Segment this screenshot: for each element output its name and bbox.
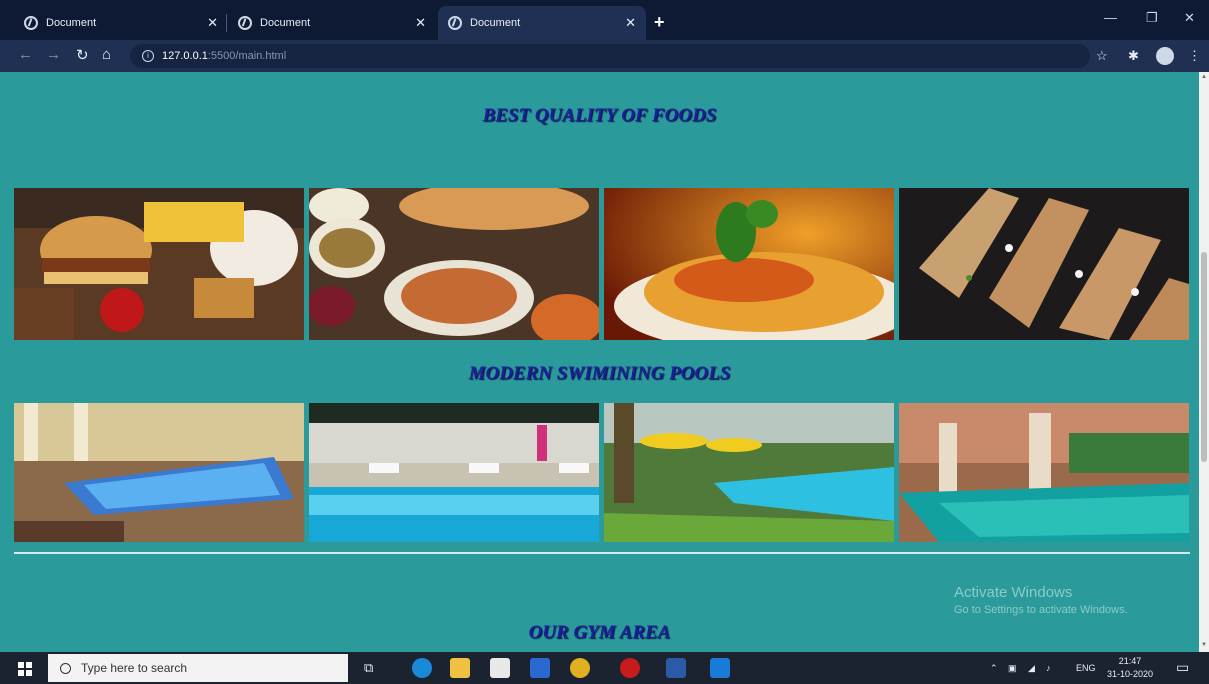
scroll-up-arrow-icon[interactable]: ▲	[1201, 74, 1207, 80]
bookmark-star-icon[interactable]: ☆	[1096, 48, 1108, 64]
scroll-down-arrow-icon[interactable]: ▼	[1201, 642, 1207, 648]
roast-dinner-spread-image	[309, 188, 599, 340]
word-icon[interactable]	[666, 658, 686, 678]
tab-label: Document	[260, 17, 311, 29]
address-host: 127.0.0.1	[162, 50, 208, 62]
file-explorer-icon[interactable]	[450, 658, 470, 678]
gym-section-heading: OUR GYM AREA	[528, 622, 671, 643]
taskbar-clock[interactable]: 21:47 31-10-2020	[1107, 655, 1153, 681]
taskbar-search-placeholder: Type here to search	[81, 661, 188, 675]
section-divider	[14, 552, 1190, 554]
extensions-puzzle-icon[interactable]: ✱	[1128, 48, 1139, 64]
tray-app-icon[interactable]: ▣	[1008, 663, 1017, 674]
penne-pasta-image	[604, 188, 894, 340]
globe-icon	[238, 16, 252, 30]
activate-windows-watermark: Activate Windows Go to Settings to activ…	[954, 584, 1128, 616]
tab-separator	[226, 14, 227, 32]
record-app-icon[interactable]	[620, 658, 640, 678]
globe-icon	[448, 16, 462, 30]
clock-time: 21:47	[1118, 656, 1142, 666]
task-view-icon[interactable]: ⧉	[364, 660, 373, 676]
tray-chevron-up-icon[interactable]: ⌃	[990, 663, 998, 674]
poolside-loungers-image	[309, 403, 599, 542]
tab-document-1[interactable]: Document ✕	[14, 6, 228, 40]
language-indicator[interactable]: ENG	[1076, 663, 1096, 673]
notification-center-icon[interactable]: ▭	[1176, 659, 1189, 676]
store-icon[interactable]	[490, 658, 510, 678]
food-section-heading: BEST QUALITY OF FOODS	[482, 105, 717, 126]
tab-document-2[interactable]: Document ✕	[228, 6, 436, 40]
address-bar[interactable]: i 127.0.0.1 :5500/main.html	[130, 44, 1090, 68]
tab-label: Document	[470, 17, 521, 29]
network-icon[interactable]: ◢	[1028, 663, 1035, 674]
browser-tab-strip: Document ✕ Document ✕ Document ✕ + — ❐ ✕	[0, 0, 1209, 40]
menu-kebab-icon[interactable]: ⋮	[1188, 48, 1201, 64]
new-tab-plus-icon[interactable]: +	[654, 12, 665, 33]
tab-document-3[interactable]: Document ✕	[438, 6, 646, 40]
vscode-icon[interactable]	[710, 658, 730, 678]
browser-toolbar: ← → ↻ ⌂ i 127.0.0.1 :5500/main.html ☆ ✱ …	[0, 40, 1209, 72]
hotel-pool-image	[899, 403, 1189, 542]
site-info-icon[interactable]: i	[142, 50, 154, 62]
forward-arrow-icon[interactable]: →	[46, 46, 61, 63]
grilled-tacos-image	[899, 188, 1189, 340]
taskbar-search-box[interactable]: Type here to search	[48, 654, 348, 682]
globe-icon	[24, 16, 38, 30]
watermark-title: Activate Windows	[954, 584, 1073, 601]
pool-section-heading: MODERN SWIMINING POOLS	[468, 363, 731, 384]
windows-taskbar: Type here to search ⧉ ⌃ ▣ ◢ ♪ ENG 21:47 …	[0, 652, 1209, 684]
mail-icon[interactable]	[530, 658, 550, 678]
edge-browser-icon[interactable]	[412, 658, 432, 678]
close-tab-icon[interactable]: ✕	[415, 15, 426, 31]
tab-label: Document	[46, 17, 97, 29]
volume-icon[interactable]: ♪	[1046, 663, 1051, 673]
scrollbar-thumb[interactable]	[1201, 252, 1207, 462]
close-tab-icon[interactable]: ✕	[625, 15, 636, 31]
address-path: :5500/main.html	[207, 50, 287, 62]
indoor-pool-image	[14, 403, 304, 542]
resort-pool-umbrellas-image	[604, 403, 894, 542]
search-icon	[60, 662, 71, 674]
close-tab-icon[interactable]: ✕	[207, 15, 218, 31]
back-arrow-icon[interactable]: ←	[18, 46, 33, 63]
page-scrollbar[interactable]: ▲ ▼	[1199, 72, 1209, 652]
web-page: BEST QUALITY OF FOODS MODERN SWIMINING P…	[0, 72, 1199, 652]
minimize-icon[interactable]: —	[1104, 10, 1117, 25]
reload-icon[interactable]: ↻	[76, 46, 89, 64]
home-icon[interactable]: ⌂	[102, 46, 111, 63]
window-close-icon[interactable]: ✕	[1184, 10, 1195, 26]
profile-avatar-icon[interactable]	[1156, 47, 1174, 65]
burger-fast-food-image	[14, 188, 304, 340]
windows-start-icon[interactable]	[18, 662, 32, 676]
clock-date: 31-10-2020	[1107, 669, 1154, 679]
restore-icon[interactable]: ❐	[1146, 10, 1158, 26]
watermark-subtitle: Go to Settings to activate Windows.	[954, 604, 1128, 616]
chrome-icon[interactable]	[570, 658, 590, 678]
